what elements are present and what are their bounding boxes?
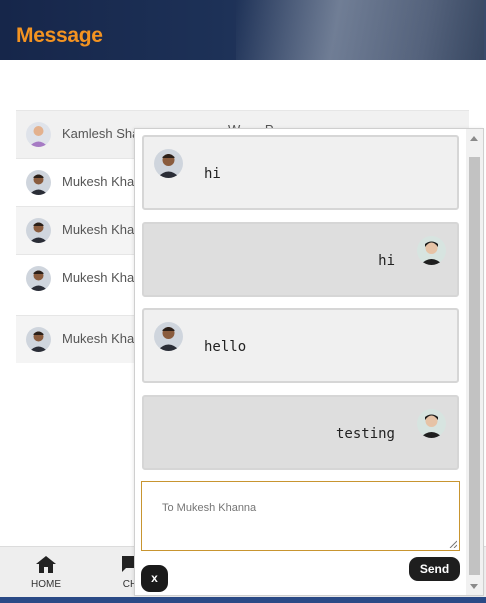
message-bubble: hello: [142, 308, 459, 383]
avatar: [26, 327, 51, 352]
bottom-strip: [0, 597, 486, 603]
thread-name: Mukesh Kha: [62, 331, 135, 346]
home-icon: [36, 556, 56, 573]
thread-name: Kamlesh Sha: [62, 126, 140, 141]
avatar: [26, 170, 51, 195]
message-bubble: hi: [142, 135, 459, 210]
message-input[interactable]: [142, 482, 459, 550]
message-bubble: hi: [142, 222, 459, 297]
send-button[interactable]: Send: [409, 557, 460, 581]
compose-box: [141, 481, 460, 551]
person-icon: [154, 322, 183, 351]
resize-grip-icon[interactable]: [449, 540, 457, 548]
person-icon: [417, 236, 446, 265]
chat-scrollbar[interactable]: [466, 129, 483, 595]
chat-panel: hi hi hello testing To Mukesh Khanna x S…: [134, 128, 484, 596]
thread-name: Mukesh Kha: [62, 222, 135, 237]
thread-name: Mukesh Kha: [62, 270, 135, 285]
tab-home[interactable]: HOME: [28, 556, 64, 590]
close-chat-button[interactable]: x: [141, 565, 168, 592]
person-icon: [417, 409, 446, 438]
scrollbar-thumb[interactable]: [469, 157, 480, 575]
page-header: Message: [0, 0, 486, 60]
person-icon: [26, 327, 51, 352]
message-text: hi: [378, 253, 395, 269]
avatar: [154, 322, 183, 351]
avatar: [26, 218, 51, 243]
avatar: [26, 122, 51, 147]
person-icon: [26, 218, 51, 243]
message-bubble: testing: [142, 395, 459, 470]
person-icon: [26, 170, 51, 195]
scroll-up-icon[interactable]: [470, 136, 478, 141]
page-title: Message: [16, 24, 103, 47]
message-text: testing: [335, 426, 395, 442]
avatar: [154, 149, 183, 178]
person-icon: [154, 149, 183, 178]
avatar: [417, 236, 446, 265]
message-text: hi: [204, 166, 221, 182]
header-banner-image: [236, 0, 486, 60]
scroll-down-icon[interactable]: [470, 584, 478, 589]
avatar: [417, 409, 446, 438]
thread-name: Mukesh Kha: [62, 174, 135, 189]
tab-label: HOME: [31, 579, 61, 590]
person-icon: [26, 122, 51, 147]
message-text: hello: [204, 339, 247, 355]
person-icon: [26, 266, 51, 291]
avatar: [26, 266, 51, 291]
